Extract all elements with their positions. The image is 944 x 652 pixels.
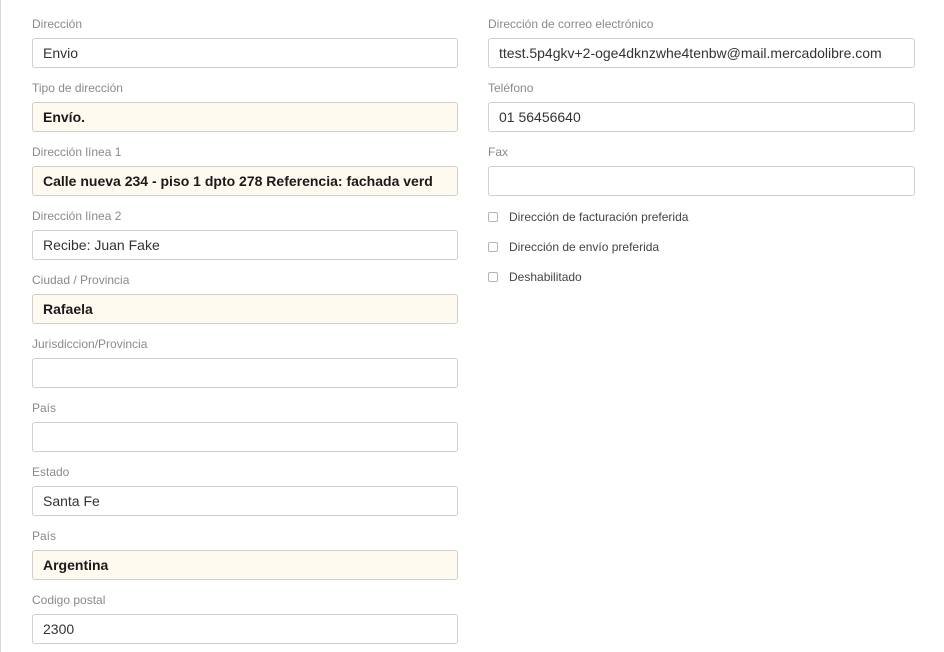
input-direccion[interactable]: Envio <box>32 38 458 68</box>
label-codigo-postal: Codigo postal <box>32 593 106 607</box>
label-email: Dirección de correo electrónico <box>488 17 654 31</box>
checkbox-facturacion-preferida[interactable]: Dirección de facturación preferida <box>488 210 688 224</box>
checkbox-box[interactable] <box>488 242 498 252</box>
label-fax: Fax <box>488 145 509 159</box>
checkbox-label: Dirección de envío preferida <box>509 240 660 254</box>
input-ciudad-provincia[interactable]: Rafaela <box>32 294 458 324</box>
select-tipo-direccion[interactable]: Envío. <box>32 102 458 132</box>
label-tipo-direccion: Tipo de dirección <box>32 81 123 95</box>
select-pais[interactable]: Argentina <box>32 550 458 580</box>
label-telefono: Teléfono <box>488 81 534 95</box>
input-email[interactable]: ttest.5p4gkv+2-oge4dknzwhe4tenbw@mail.me… <box>488 38 915 68</box>
input-telefono[interactable]: 01 56456640 <box>488 102 915 132</box>
label-jurisdiccion: Jurisdiccion/Provincia <box>32 337 148 351</box>
checkbox-label: Deshabilitado <box>509 270 582 284</box>
label-direccion-linea-2: Dirección línea 2 <box>32 209 122 223</box>
input-direccion-linea-2[interactable]: Recibe: Juan Fake <box>32 230 458 260</box>
checkbox-deshabilitado[interactable]: Deshabilitado <box>488 270 582 284</box>
label-pais-1: País <box>32 401 57 415</box>
checkbox-envio-preferida[interactable]: Dirección de envío preferida <box>488 240 659 254</box>
input-codigo-postal[interactable]: 2300 <box>32 614 458 644</box>
label-direccion-linea-1: Dirección línea 1 <box>32 145 122 159</box>
address-form: Dirección Envio Tipo de dirección Envío.… <box>0 0 944 652</box>
input-jurisdiccion[interactable] <box>32 358 458 388</box>
input-pais-1[interactable] <box>32 422 458 452</box>
input-direccion-linea-1[interactable]: Calle nueva 234 - piso 1 dpto 278 Refere… <box>32 166 458 196</box>
label-estado: Estado <box>32 465 70 479</box>
label-direccion: Dirección <box>32 17 83 31</box>
checkbox-box[interactable] <box>488 212 498 222</box>
checkbox-box[interactable] <box>488 272 498 282</box>
input-fax[interactable] <box>488 166 915 196</box>
input-estado[interactable]: Santa Fe <box>32 486 458 516</box>
label-pais-2: País <box>32 529 57 543</box>
checkbox-label: Dirección de facturación preferida <box>509 210 689 224</box>
label-ciudad-provincia: Ciudad / Provincia <box>32 273 130 287</box>
